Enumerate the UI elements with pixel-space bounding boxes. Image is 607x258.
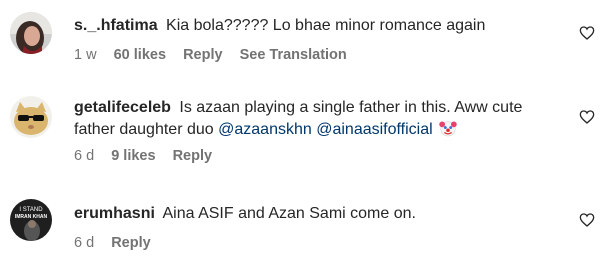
reply-button[interactable]: Reply <box>111 235 151 251</box>
clown-face-icon <box>439 121 457 137</box>
mention-link[interactable]: @azaanskhn <box>218 121 312 138</box>
user-avatar[interactable] <box>10 96 52 138</box>
comment-time: 6 d <box>74 148 95 164</box>
avatar-poster: I STAND IMRAN KHAN <box>10 199 52 241</box>
comment-text: Kia bola????? Lo bhae minor romance agai… <box>166 17 486 34</box>
comment-text: Is azaan playing a single father in this… <box>179 99 523 116</box>
comment-username[interactable]: getalifeceleb <box>74 99 171 116</box>
like-heart-icon[interactable] <box>579 109 595 125</box>
comment-time: 6 d <box>74 235 95 251</box>
mention-link[interactable]: @ainaasifofficial <box>316 121 432 138</box>
comments-list: s._.hfatima Kia bola????? Lo bhae minor … <box>0 0 607 258</box>
avatar-text: I STAND <box>19 207 43 213</box>
comment-username[interactable]: erumhasni <box>74 205 155 222</box>
avatar-text: IMRAN KHAN <box>15 214 48 220</box>
user-avatar[interactable]: I STAND IMRAN KHAN <box>10 199 52 241</box>
like-heart-icon[interactable] <box>579 25 595 41</box>
likes-count[interactable]: 60 likes <box>114 47 166 63</box>
likes-count[interactable]: 9 likes <box>111 148 155 164</box>
comment-text: Aina ASIF and Azan Sami come on. <box>162 205 416 222</box>
like-heart-icon[interactable] <box>579 212 595 228</box>
reply-button[interactable]: Reply <box>173 148 213 164</box>
avatar-woman-photo <box>10 12 52 54</box>
see-translation-button[interactable]: See Translation <box>240 47 347 63</box>
comment-text-continued: father daughter duo <box>74 121 214 138</box>
avatar-cool-cat <box>10 96 52 138</box>
reply-button[interactable]: Reply <box>183 47 223 63</box>
comment-username[interactable]: s._.hfatima <box>74 17 158 34</box>
user-avatar[interactable] <box>10 12 52 54</box>
comment-time: 1 w <box>74 47 97 63</box>
